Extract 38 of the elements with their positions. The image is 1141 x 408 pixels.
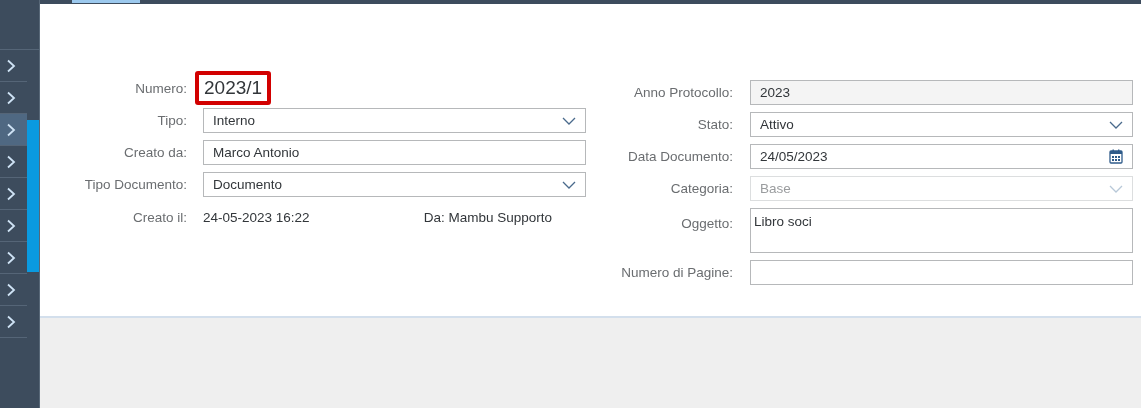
field-label: Data Documento:	[626, 149, 733, 164]
chevron-right-icon	[6, 122, 16, 137]
field-label: Categoria:	[669, 181, 733, 196]
field-label: Anno Protocollo:	[632, 85, 733, 100]
chevron-right-icon	[6, 58, 16, 73]
chevron-down-icon	[562, 116, 576, 125]
chevron-right-icon	[6, 218, 16, 233]
chevron-down-icon	[1109, 184, 1123, 193]
chevron-right-icon	[6, 90, 16, 105]
chevron-right-icon	[6, 154, 16, 169]
field-label: Oggetto:	[680, 215, 733, 231]
document-number: 2023/1	[195, 71, 272, 105]
sidebar-item[interactable]	[0, 114, 27, 146]
field-label: Creato il:	[131, 210, 187, 225]
dropdown-field[interactable]: Interno	[203, 108, 586, 133]
chevron-right-icon	[6, 250, 16, 265]
field-label: Creato da:	[122, 145, 187, 160]
field-label: Tipo Documento:	[83, 177, 187, 192]
chevron-down-icon	[1109, 120, 1123, 129]
text-area[interactable]: Libro soci	[750, 208, 1133, 253]
date-field[interactable]: 24/05/2023	[750, 144, 1133, 169]
input-field[interactable]: 2023	[750, 80, 1133, 105]
created-date: 24-05-2023 16:22	[203, 210, 310, 225]
field-label: Numero di Pagine:	[620, 265, 733, 280]
dropdown-field[interactable]: Attivo	[750, 112, 1133, 137]
chevron-down-icon	[562, 180, 576, 189]
chevron-right-icon	[6, 282, 16, 297]
dropdown-field[interactable]: Documento	[203, 172, 586, 197]
calendar-icon	[1109, 149, 1123, 164]
input-field[interactable]: Marco Antonio	[203, 140, 586, 165]
created-by: Da: Mambu Supporto	[423, 210, 552, 225]
field-label: Tipo:	[156, 113, 187, 128]
field-label: Numero:	[134, 80, 187, 96]
active-tab-indicator	[72, 0, 140, 3]
field-label: Stato:	[696, 117, 733, 132]
chevron-right-icon	[6, 186, 16, 201]
input-field[interactable]	[750, 260, 1133, 285]
chevron-right-icon	[6, 314, 16, 329]
